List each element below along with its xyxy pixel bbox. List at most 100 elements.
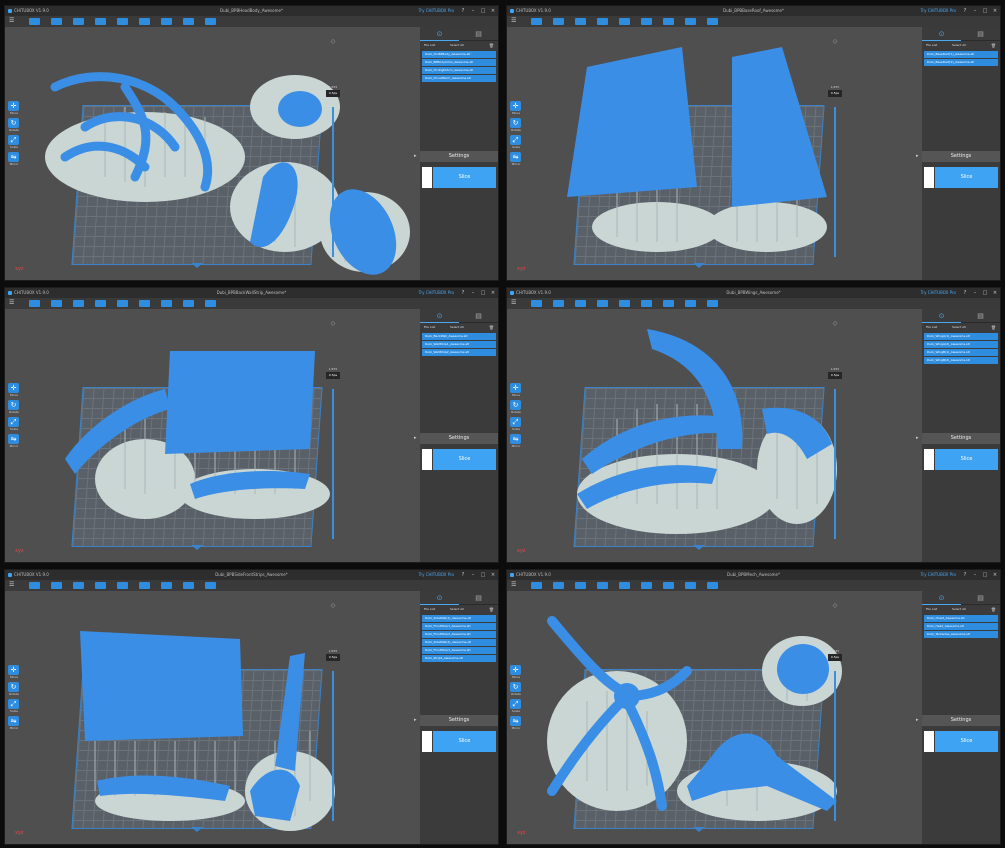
scale-icon[interactable]: ⤢ (510, 699, 521, 709)
hollow-button[interactable] (641, 582, 652, 589)
open-file-button[interactable] (531, 18, 542, 25)
redo-button[interactable] (95, 18, 106, 25)
file-item[interactable]: Dubi_BaseRoof(2)_Awesome.stl (924, 59, 998, 66)
tab-print-icon[interactable]: ▤ (961, 27, 1000, 41)
save-button[interactable] (51, 582, 62, 589)
select-all-button[interactable]: Select All (952, 323, 966, 332)
settings-button[interactable]: Settings (922, 151, 1000, 162)
menu-icon[interactable]: ☰ (9, 582, 14, 588)
minimize-icon[interactable]: – (970, 570, 980, 580)
3d-viewport[interactable]: ✛ Move ↻ Rotate ⤢ Scale ⇋ Mirror ◇ 1/455… (507, 591, 922, 844)
support-button[interactable] (663, 300, 674, 307)
file-item[interactable]: Dubi_Ch-RightArm_Awesome.stl (422, 67, 496, 74)
file-item[interactable]: Dubi_WingB(1)_Awesome.stl (924, 349, 998, 356)
view-cube-icon[interactable]: ◇ (830, 319, 840, 329)
maximize-icon[interactable]: □ (478, 570, 488, 580)
rotate-icon[interactable]: ↻ (8, 118, 19, 128)
mirror-icon[interactable]: ⇋ (510, 434, 521, 444)
repair-button[interactable] (685, 18, 696, 25)
close-icon[interactable]: × (488, 288, 498, 298)
mirror-icon[interactable]: ⇋ (510, 716, 521, 726)
select-all-button[interactable]: Select All (450, 323, 464, 332)
3d-viewport[interactable]: ✛ Move ↻ Rotate ⤢ Scale ⇋ Mirror ◇ 1/455… (5, 309, 420, 562)
layer-slider-bar[interactable] (332, 671, 334, 821)
tab-models-icon[interactable]: ⊙ (420, 309, 459, 323)
file-item[interactable]: Dubi_WallStrip1_Awesome.stl (422, 341, 496, 348)
redo-button[interactable] (597, 300, 608, 307)
hollow-button[interactable] (139, 582, 150, 589)
file-item[interactable]: Dubi_FrontStrip1_Awesome.stl (422, 623, 496, 630)
layer-slider[interactable]: 1/455 0.5ps (326, 367, 340, 379)
open-file-button[interactable] (531, 582, 542, 589)
tab-print-icon[interactable]: ▤ (961, 591, 1000, 605)
collapse-arrow-icon[interactable]: ▸ (414, 717, 417, 723)
move-icon[interactable]: ✛ (510, 383, 521, 393)
delete-icon[interactable]: 🗑 (991, 323, 996, 332)
minimize-icon[interactable]: – (970, 6, 980, 16)
redo-button[interactable] (597, 18, 608, 25)
file-item[interactable]: Dubi_SideWall(2)_Awesome.stl (422, 639, 496, 646)
undo-button[interactable] (73, 582, 84, 589)
collapse-arrow-icon[interactable]: ▸ (916, 153, 919, 159)
undo-button[interactable] (575, 582, 586, 589)
auto-layout-button[interactable] (619, 582, 630, 589)
help-icon[interactable]: ? (960, 6, 970, 16)
measure-button[interactable] (205, 300, 216, 307)
save-button[interactable] (553, 18, 564, 25)
auto-layout-button[interactable] (117, 582, 128, 589)
scale-icon[interactable]: ⤢ (510, 135, 521, 145)
hollow-button[interactable] (641, 18, 652, 25)
3d-viewport[interactable]: ✛ Move ↻ Rotate ⤢ Scale ⇋ Mirror ◇ 1/455… (507, 309, 922, 562)
close-icon[interactable]: × (488, 570, 498, 580)
support-button[interactable] (161, 18, 172, 25)
open-file-button[interactable] (29, 300, 40, 307)
scale-icon[interactable]: ⤢ (8, 699, 19, 709)
mirror-icon[interactable]: ⇋ (8, 152, 19, 162)
mirror-icon[interactable]: ⇋ (8, 434, 19, 444)
layer-step-button[interactable]: 0.5ps (326, 372, 340, 379)
collapse-arrow-icon[interactable]: ▸ (414, 153, 417, 159)
collapse-arrow-icon[interactable]: ▸ (916, 717, 919, 723)
file-item[interactable]: Dubi_BPBodyArms_Awesome.stl (422, 59, 496, 66)
view-cube-icon[interactable]: ◇ (328, 319, 338, 329)
repair-button[interactable] (183, 582, 194, 589)
file-item[interactable]: Dubi_Ch-LeftArm_Awesome.stl (422, 75, 496, 82)
tab-print-icon[interactable]: ▤ (459, 591, 498, 605)
support-button[interactable] (663, 18, 674, 25)
delete-icon[interactable]: 🗑 (991, 41, 996, 50)
rotate-icon[interactable]: ↻ (510, 400, 521, 410)
move-icon[interactable]: ✛ (510, 665, 521, 675)
account-link[interactable]: Try CHITUBOX Pro (419, 288, 454, 298)
account-link[interactable]: Try CHITUBOX Pro (419, 570, 454, 580)
delete-icon[interactable]: 🗑 (991, 605, 996, 614)
3d-viewport[interactable]: ✛ Move ↻ Rotate ⤢ Scale ⇋ Mirror ◇ 1/455… (5, 591, 420, 844)
delete-icon[interactable]: 🗑 (489, 323, 494, 332)
layer-slider-bar[interactable] (834, 389, 836, 539)
mirror-icon[interactable]: ⇋ (8, 716, 19, 726)
slice-button[interactable]: Slice (433, 167, 496, 188)
move-icon[interactable]: ✛ (8, 383, 19, 393)
open-file-button[interactable] (531, 300, 542, 307)
rotate-icon[interactable]: ↻ (8, 400, 19, 410)
minimize-icon[interactable]: – (468, 288, 478, 298)
slice-button[interactable]: Slice (433, 731, 496, 752)
settings-button[interactable]: Settings (420, 715, 498, 726)
maximize-icon[interactable]: □ (980, 6, 990, 16)
collapse-arrow-icon[interactable]: ▸ (414, 435, 417, 441)
measure-button[interactable] (707, 18, 718, 25)
hollow-button[interactable] (641, 300, 652, 307)
menu-icon[interactable]: ☰ (511, 582, 516, 588)
undo-button[interactable] (575, 300, 586, 307)
move-icon[interactable]: ✛ (8, 101, 19, 111)
rotate-icon[interactable]: ↻ (8, 682, 19, 692)
menu-icon[interactable]: ☰ (511, 18, 516, 24)
layer-step-button[interactable]: 0.5ps (828, 654, 842, 661)
layer-slider-bar[interactable] (834, 671, 836, 821)
auto-layout-button[interactable] (117, 18, 128, 25)
layer-slider[interactable]: 1/455 0.5ps (828, 367, 842, 379)
account-link[interactable]: Try CHITUBOX Pro (419, 6, 454, 16)
measure-button[interactable] (707, 582, 718, 589)
auto-layout-button[interactable] (619, 18, 630, 25)
file-item[interactable]: Dubi_FrontStrip2_Awesome.stl (422, 631, 496, 638)
repair-button[interactable] (183, 18, 194, 25)
